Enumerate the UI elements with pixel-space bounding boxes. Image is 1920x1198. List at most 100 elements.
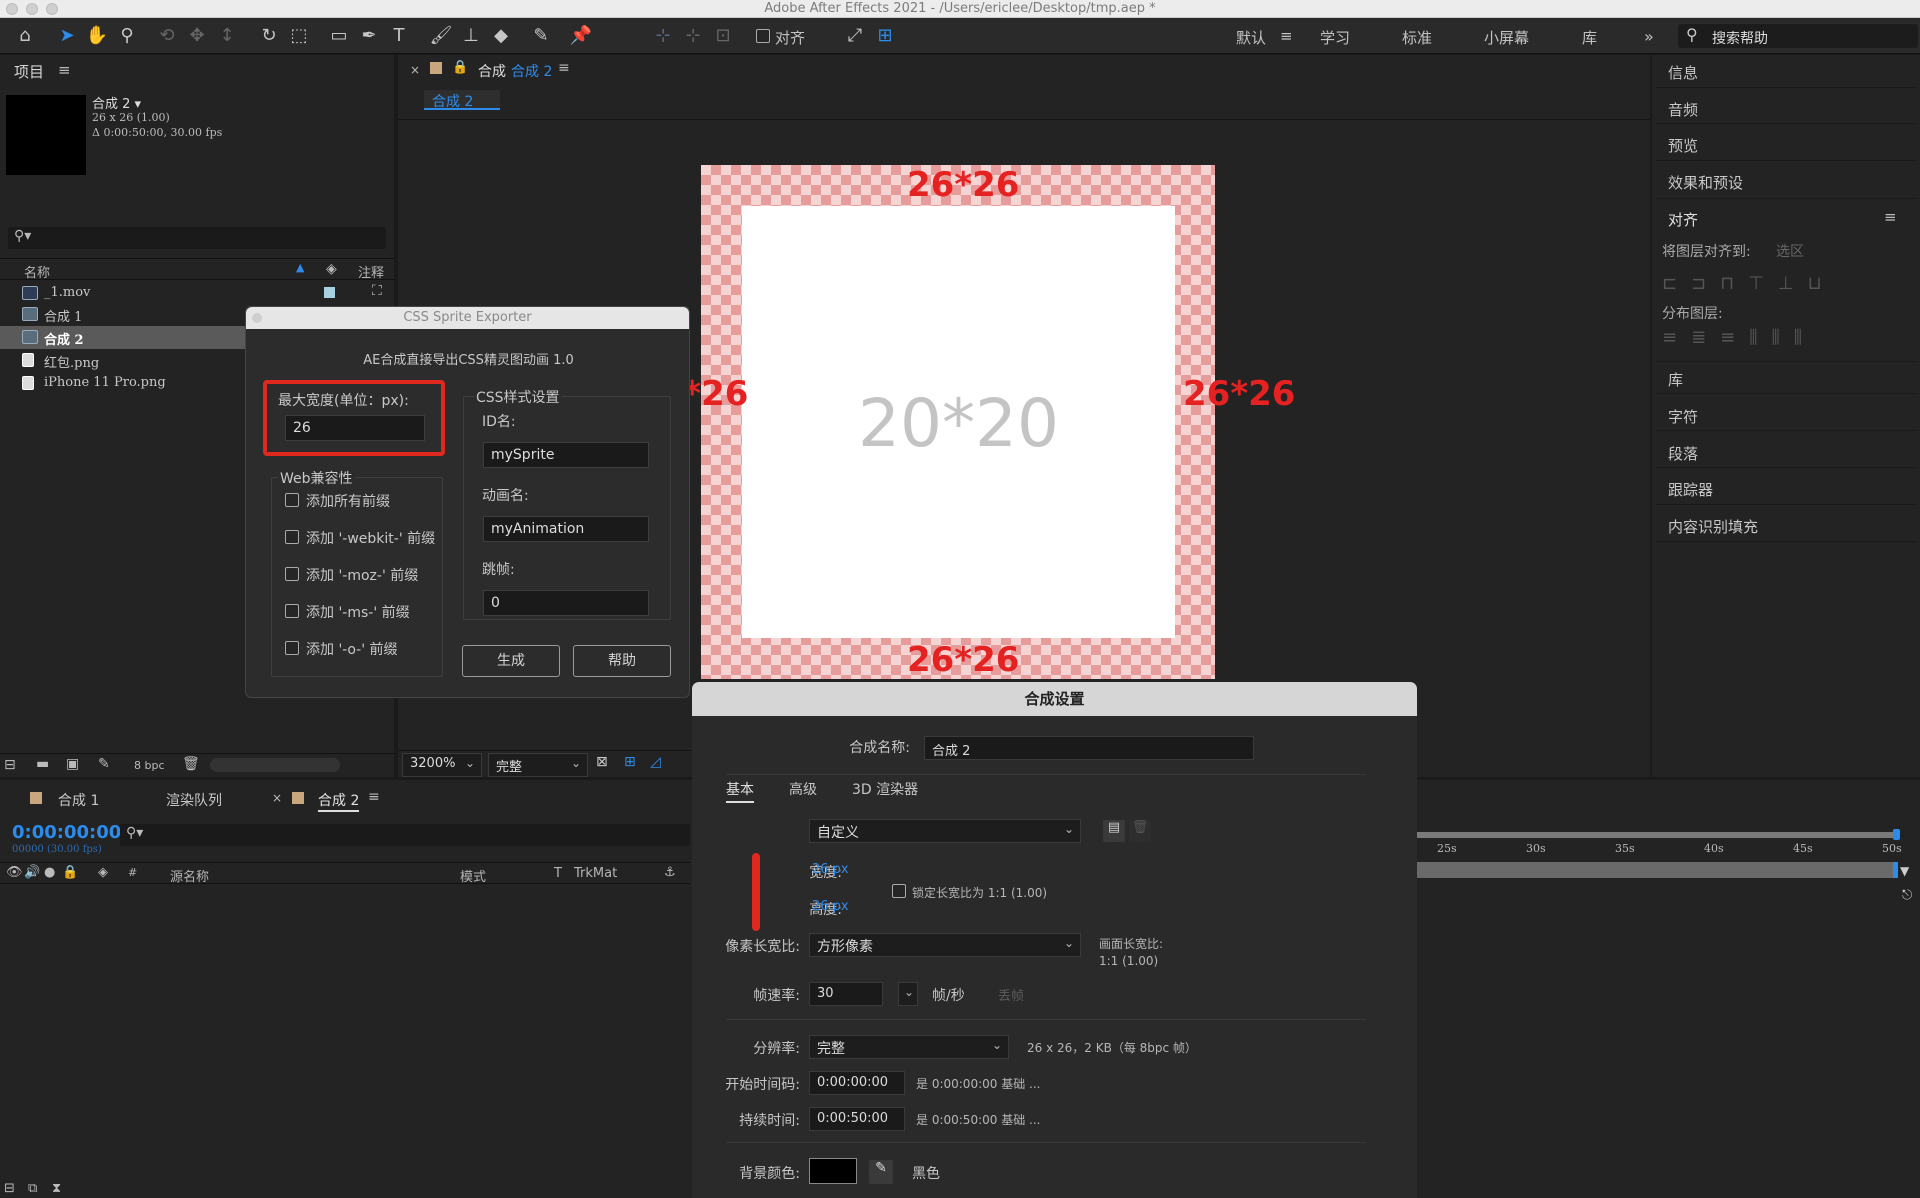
pen-tool-icon[interactable]: ✒ [356,24,382,48]
timeline-tab-comp2[interactable]: 合成 2 [318,790,360,812]
dolly-camera-icon[interactable]: ↕ [214,24,240,48]
comp-button-icon[interactable]: ⎋ [1902,888,1912,903]
panel-character[interactable]: 字符 [1668,406,1698,427]
render-time-icon[interactable]: ⊟ [4,1181,15,1196]
align-to-dropdown[interactable]: 选区 [1776,241,1804,261]
rotation-tool-icon[interactable]: ↻ [256,24,282,48]
panel-preview[interactable]: 预览 [1668,135,1698,156]
panel-tracker[interactable]: 跟踪器 [1668,479,1713,500]
lock-icon[interactable]: 🔒 [452,60,468,75]
work-area-bar[interactable] [1417,824,1900,844]
frame-rate-dropdown[interactable]: ⌄ [898,982,918,1006]
solo-switch-icon[interactable]: ● [44,865,55,880]
video-switch-icon[interactable]: 👁 [6,865,23,880]
comp-marker-bin-icon[interactable]: ▼ [1900,864,1909,878]
duration-bar[interactable] [1417,862,1895,878]
pixel-aspect-dropdown[interactable]: 方形像素 ⌄ [809,933,1081,957]
eraser-tool-icon[interactable]: ◆ [488,24,514,48]
snap-edges-icon[interactable]: ⤢ [842,24,868,48]
panel-effects-presets[interactable]: 效果和预设 [1668,172,1743,193]
label-color-swatch[interactable] [324,287,335,298]
start-timecode-input[interactable]: 0:00:00:00 [809,1071,905,1095]
checkbox-o[interactable] [285,641,299,655]
current-time-indicator[interactable] [1893,862,1898,878]
brush-tool-icon[interactable]: 🖌 [428,24,454,48]
duration-input[interactable]: 0:00:50:00 [809,1107,905,1131]
checkbox-ms[interactable] [285,604,299,618]
parent-pickwhip-icon[interactable]: ⚓ [664,865,676,880]
label-tag-icon[interactable]: ◈ [326,261,337,277]
label-tag-icon[interactable]: ◈ [98,865,108,880]
resolution-dropdown[interactable]: 完整 ⌄ [488,753,588,777]
selection-tool-icon[interactable]: ➤ [54,24,80,48]
new-composition-icon[interactable]: ▣ [66,756,79,772]
pan-behind-tool-icon[interactable]: ⬚ [286,24,312,48]
delete-icon[interactable]: 🗑 [182,756,200,772]
audio-switch-icon[interactable]: 🔊 [24,865,40,880]
zoom-tool-icon[interactable]: ⚲ [114,24,140,48]
home-icon[interactable]: ⌂ [12,24,38,48]
eyedropper-icon[interactable]: ✎ [869,1160,893,1184]
panel-audio[interactable]: 音频 [1668,99,1698,120]
transparency-grid-icon[interactable]: ⊞ [624,754,636,770]
project-item-mov[interactable]: _1.mov [0,282,246,305]
column-comment[interactable]: 注释 [358,262,384,281]
current-time-display[interactable]: 0:00:00:00 [12,822,121,843]
project-item-iphone-png[interactable]: iPhone 11 Pro.png [0,372,246,395]
orbit-camera-icon[interactable]: ⟲ [154,24,180,48]
puppet-pin-icon[interactable]: 📌 [568,24,594,48]
roto-brush-icon[interactable]: ✎ [528,24,554,48]
timeline-tab-comp1[interactable]: 合成 1 [58,790,99,810]
viewer-subtab[interactable]: 合成 2 [424,90,500,110]
workspace-small-screen[interactable]: 小屏幕 [1484,27,1529,48]
save-preset-icon[interactable]: ▤ [1103,820,1125,842]
pan-camera-icon[interactable]: ✥ [184,24,210,48]
delete-preset-icon[interactable]: 🗑 [1129,820,1151,842]
work-area-range[interactable] [1417,832,1895,838]
checkbox-webkit[interactable] [285,530,299,544]
frame-rate-input[interactable]: 30 [809,982,883,1006]
drop-frame-dropdown[interactable]: 丢帧 [998,985,1024,1004]
animation-name-input[interactable]: myAnimation [483,516,649,542]
panel-menu-icon[interactable]: ≡ [558,60,570,76]
workspace-default[interactable]: 默认 [1236,27,1266,48]
distribute-buttons-row[interactable]: ≡≣≡⫼⫼⫼ [1662,327,1912,351]
project-search-input[interactable]: ⚲▾ [8,227,386,249]
background-color-swatch[interactable] [809,1158,857,1184]
checkbox-moz[interactable] [285,567,299,581]
id-input[interactable]: mySprite [483,442,649,468]
new-folder-icon[interactable]: ▬ [36,756,49,772]
snap-checkbox[interactable] [756,29,770,43]
help-button[interactable]: 帮助 [573,645,671,677]
hand-tool-icon[interactable]: ✋ [84,24,110,48]
width-value[interactable]: 26 px [812,862,849,877]
column-source-name[interactable]: 源名称 [170,866,209,885]
axis-local-icon[interactable]: ⊹ [650,24,676,48]
tab-3d-renderer[interactable]: 3D 渲染器 [852,779,918,799]
panel-align-title[interactable]: 对齐 [1668,209,1698,230]
transfer-controls-icon[interactable]: ⧗ [52,1181,61,1196]
resolution-dropdown[interactable]: 完整 ⌄ [809,1035,1009,1059]
panel-content-aware-fill[interactable]: 内容识别填充 [1668,516,1758,537]
magnification-dropdown[interactable]: 3200% ⌄ [402,753,482,777]
panel-menu-icon[interactable]: ≡ [1884,208,1897,226]
bit-depth-toggle[interactable]: 8 bpc [134,759,165,772]
rectangle-tool-icon[interactable]: ▭ [326,24,352,48]
column-track-matte[interactable]: TrkMat [574,866,617,881]
height-value[interactable]: 26 px [812,899,849,914]
checkbox-all-prefixes[interactable] [285,493,299,507]
workspace-menu-icon[interactable]: ≡ [1280,27,1293,45]
close-dialog-button[interactable] [252,313,262,323]
timeline-tab-render-queue[interactable]: 渲染队列 [166,790,222,810]
panel-libraries[interactable]: 库 [1668,369,1683,390]
generate-button[interactable]: 生成 [462,645,560,677]
snap-features-icon[interactable]: ⊞ [872,24,898,48]
sort-ascending-icon[interactable]: ▲ [296,261,304,274]
align-buttons-row[interactable]: ⊏⊐⊓⊤⊥⊔ [1662,273,1912,297]
close-tab-icon[interactable]: × [272,791,282,805]
clone-stamp-icon[interactable]: ⊥ [458,24,484,48]
search-help-field[interactable]: ⚲ 搜索帮助 [1678,24,1918,48]
workspace-standard[interactable]: 标准 [1402,27,1432,48]
lock-icon[interactable]: 🔒 [62,865,78,880]
project-item-comp1[interactable]: 合成 1 [0,303,246,326]
